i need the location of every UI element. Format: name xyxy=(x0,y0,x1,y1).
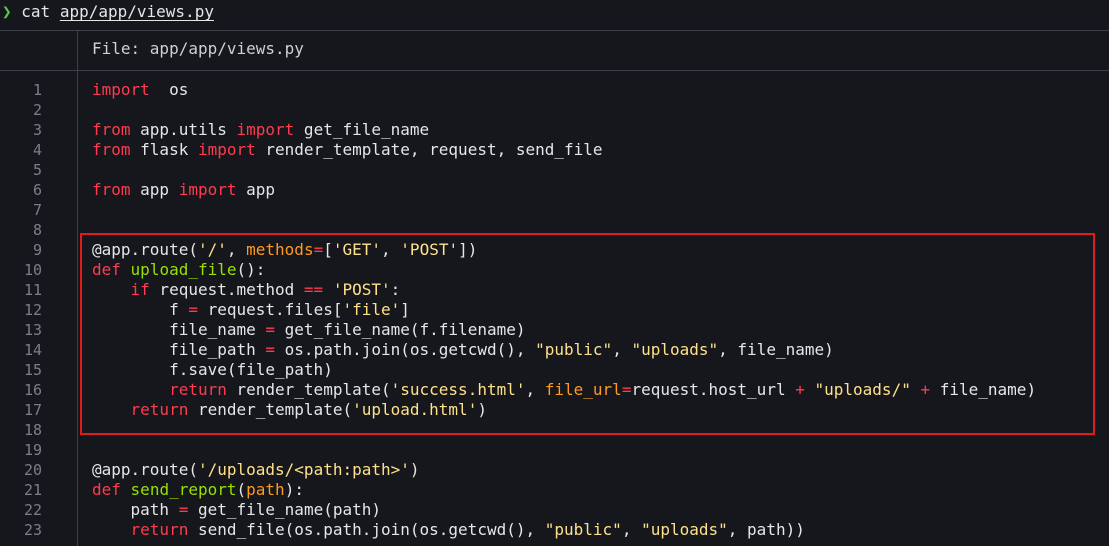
line-number: 13 xyxy=(23,321,42,339)
line-number: 17 xyxy=(23,401,42,419)
command-file-path[interactable]: app/app/views.py xyxy=(60,2,214,21)
code-line: def send_report(path): xyxy=(92,480,1102,500)
code-line: from flask import render_template, reque… xyxy=(92,140,1102,160)
file-header: File: app/app/views.py xyxy=(92,39,304,58)
code-text: render_template, request, send_file xyxy=(255,140,603,159)
string-token: "uploads" xyxy=(641,520,728,539)
function-name-token: send_report xyxy=(130,480,237,499)
line-number: 19 xyxy=(23,441,42,459)
code-line: path = get_file_name(path) xyxy=(92,500,1102,520)
keyword-token: import xyxy=(236,120,295,139)
code-line: from app import app xyxy=(92,180,1102,200)
keyword-token: from xyxy=(92,180,131,199)
code-text: @app.route( xyxy=(92,460,198,479)
keyword-token: return xyxy=(130,520,189,539)
code-text: app xyxy=(236,180,276,199)
line-number: 9 xyxy=(32,241,42,259)
keyword-token: def xyxy=(92,480,121,499)
string-token: "public" xyxy=(544,520,622,539)
line-number: 22 xyxy=(23,501,42,519)
terminal-prompt-line: ❯ cat app/app/views.py xyxy=(0,0,1109,24)
highlight-box-upload-file xyxy=(80,233,1095,435)
gutter-divider xyxy=(77,70,78,546)
line-number: 1 xyxy=(32,81,42,99)
code-text: os xyxy=(149,80,189,99)
code-text: app.utils xyxy=(130,120,237,139)
keyword-token: from xyxy=(92,140,131,159)
header-bottom-border xyxy=(0,70,1109,71)
line-number-gutter: 1 2 3 4 5 6 7 8 9 10 11 12 13 14 15 16 17 18 19 20 21 22 23 xyxy=(0,80,70,540)
line-number: 11 xyxy=(23,281,42,299)
line-number: 16 xyxy=(23,381,42,399)
code-line: @app.route('/uploads/<path:path>') xyxy=(92,460,1102,480)
string-token: '/uploads/<path:path>' xyxy=(197,460,410,479)
code-line: from app.utils import get_file_name xyxy=(92,120,1102,140)
code-line: return send_file(os.path.join(os.getcwd(… xyxy=(92,520,1102,540)
line-number: 23 xyxy=(23,521,42,539)
line-number: 6 xyxy=(32,181,42,199)
command-name: cat xyxy=(21,2,51,21)
code-line: import os xyxy=(92,80,1102,100)
line-number: 18 xyxy=(23,421,42,439)
header-gutter-divider xyxy=(77,30,78,70)
line-number: 3 xyxy=(32,121,42,139)
code-text: get_file_name xyxy=(294,120,430,139)
line-number: 15 xyxy=(23,361,42,379)
parameter-token: path xyxy=(246,480,285,499)
line-number: 12 xyxy=(23,301,42,319)
keyword-token: import xyxy=(197,140,256,159)
line-number: 5 xyxy=(32,161,42,179)
code-text: ( xyxy=(236,480,247,499)
code-text: ): xyxy=(284,480,304,499)
viewer-top-border xyxy=(0,30,1109,31)
keyword-token: import xyxy=(92,80,150,99)
code-text: get_file_name(path) xyxy=(188,500,381,519)
code-text: , path)) xyxy=(727,520,805,539)
code-text: path xyxy=(92,500,179,519)
line-number: 21 xyxy=(23,481,42,499)
line-number: 8 xyxy=(32,221,42,239)
operator-token: = xyxy=(178,500,189,519)
code-text: , xyxy=(621,520,642,539)
line-number: 4 xyxy=(32,141,42,159)
code-text: ) xyxy=(409,460,420,479)
code-text: app xyxy=(130,180,179,199)
line-number: 7 xyxy=(32,201,42,219)
line-number: 20 xyxy=(23,461,42,479)
line-number: 14 xyxy=(23,341,42,359)
prompt-chevron-icon: ❯ xyxy=(2,2,12,21)
code-text: send_file(os.path.join(os.getcwd(), xyxy=(188,520,545,539)
line-number: 10 xyxy=(23,261,42,279)
code-text: flask xyxy=(130,140,198,159)
line-number: 2 xyxy=(32,101,42,119)
keyword-token: from xyxy=(92,120,131,139)
keyword-token: import xyxy=(178,180,237,199)
